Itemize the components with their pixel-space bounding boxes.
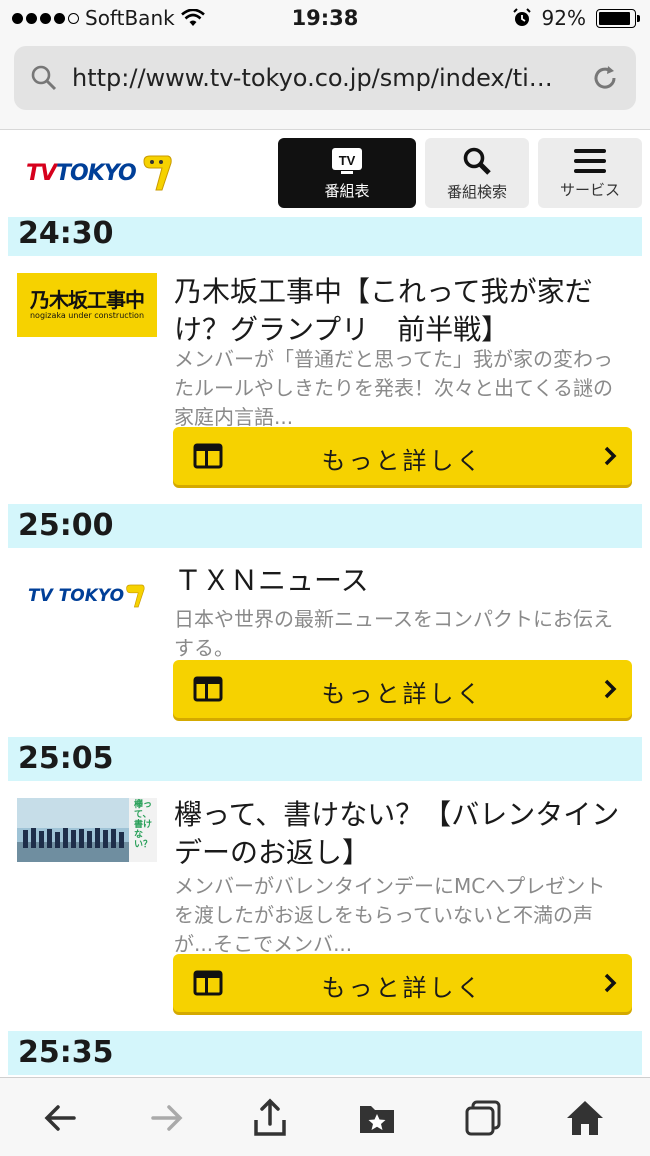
logo-tv: TV (26, 160, 57, 186)
menu-icon (574, 148, 606, 173)
nav-service-button[interactable]: サービス (538, 138, 642, 208)
battery-percent: 92% (541, 6, 586, 30)
browser-address-area: http://www.tv-tokyo.co.jp/smp/index/tim… (0, 38, 650, 130)
more-details-button[interactable]: もっと詳しく (173, 427, 632, 485)
schedule-list: 24:30 乃木坂工事中 nogizaka under construction… (0, 217, 650, 1077)
forward-arrow-icon[interactable] (147, 1098, 187, 1138)
url-text: http://www.tv-tokyo.co.jp/smp/index/tim… (72, 64, 576, 92)
site-header: TV TOKYO TV 番組表 番組検索 サービス (0, 131, 650, 217)
thumbnail-logo-text: TV TOKYO (27, 586, 125, 606)
time-slot-header: 24:30 (8, 217, 642, 256)
browser-toolbar (0, 1077, 650, 1156)
address-bar[interactable]: http://www.tv-tokyo.co.jp/smp/index/tim… (14, 46, 636, 110)
thumbnail-logo-text: 乃木坂工事中 (30, 288, 145, 312)
logo-tokyo: TOKYO (56, 160, 137, 186)
tv-tokyo-logo[interactable]: TV TOKYO (26, 153, 174, 193)
more-details-label: もっと詳しく (321, 974, 484, 1002)
battery-icon (596, 8, 640, 28)
home-icon[interactable] (565, 1098, 605, 1138)
nav-label: 番組表 (324, 181, 370, 200)
more-details-button[interactable]: もっと詳しく (173, 660, 632, 718)
program-thumbnail[interactable]: 欅って、書けない？ (17, 798, 157, 862)
time-slot-header: 25:05 (8, 737, 642, 781)
time-slot-header: 25:35 (8, 1031, 642, 1075)
more-details-label: もっと詳しく (321, 447, 484, 475)
nav-label: サービス (559, 180, 620, 199)
program-thumbnail[interactable]: TV TOKYO (17, 564, 157, 628)
nav-bangumihyo-button[interactable]: TV 番組表 (278, 138, 416, 208)
svg-text:TV: TV (339, 153, 356, 168)
program-description: 日本や世界の最新ニュースをコンパクトにお伝えする。 (174, 607, 613, 660)
share-icon[interactable] (250, 1098, 290, 1138)
more-details-label: もっと詳しく (321, 680, 484, 708)
tabs-icon[interactable] (463, 1098, 503, 1138)
chevron-right-icon (604, 446, 617, 466)
program-description: メンバーが「普通だと思ってた」我が家の変わったルールやしきたりを発表！次々と出て… (174, 347, 613, 429)
status-bar: SoftBank 19:38 92% (0, 0, 650, 38)
mascot-icon (143, 155, 172, 191)
program-description: メンバーがバレンタインデーにMCへプレゼントを渡したがお返しをもらっていないと不… (174, 874, 606, 956)
chevron-right-icon (604, 679, 617, 699)
nav-program-search-button[interactable]: 番組検索 (425, 138, 529, 208)
bookmarks-icon[interactable] (357, 1098, 397, 1138)
search-icon (463, 147, 491, 175)
thumbnail-logo-text: 欅って、書けない？ (134, 800, 153, 850)
mascot-icon (126, 584, 145, 608)
program-title[interactable]: ＴＸＮニュース (174, 562, 622, 600)
program-thumbnail[interactable]: 乃木坂工事中 nogizaka under construction (17, 273, 157, 337)
program-title[interactable]: 乃木坂工事中【これって我が家だけ？グランプリ 前半戦】 (174, 273, 622, 349)
tv-icon: TV (332, 147, 362, 174)
program-title[interactable]: 欅って、書けない？【バレンタインデーのお返し】 (174, 796, 622, 872)
search-icon (31, 65, 57, 91)
thumbnail-subtext: nogizaka under construction (29, 311, 145, 320)
time-slot-header: 25:00 (8, 504, 642, 548)
reload-icon[interactable] (590, 63, 620, 93)
back-arrow-icon[interactable] (40, 1098, 80, 1138)
more-details-button[interactable]: もっと詳しく (173, 954, 632, 1012)
nav-label: 番組検索 (446, 182, 507, 201)
chevron-right-icon (604, 973, 617, 993)
alarm-icon (512, 8, 531, 26)
